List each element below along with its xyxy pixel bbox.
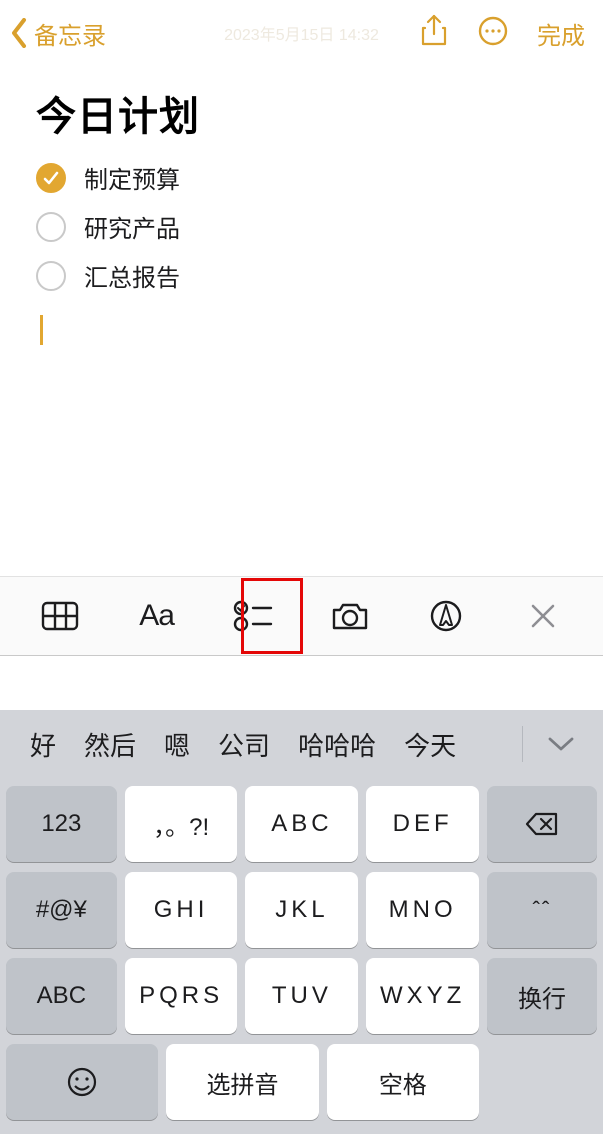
key-mno[interactable]: MNO	[366, 872, 479, 948]
key-return[interactable]: 换行	[487, 958, 597, 1034]
expand-candidates-icon[interactable]	[535, 710, 587, 778]
key-def[interactable]: DEF	[366, 786, 479, 862]
checkbox-empty-icon[interactable]	[36, 261, 66, 291]
key-tuv[interactable]: TUV	[245, 958, 358, 1034]
candidate-word[interactable]: 今天	[390, 726, 470, 763]
close-keyboard-icon[interactable]	[521, 594, 565, 638]
key-wxyz[interactable]: WXYZ	[366, 958, 479, 1034]
text-format-button[interactable]: Aa	[135, 594, 179, 638]
markup-icon[interactable]	[424, 594, 468, 638]
candidate-word[interactable]: 好	[16, 726, 70, 763]
checklist-item[interactable]: 汇总报告	[36, 258, 567, 293]
note-timestamp: 2023年5月15日 14:32	[0, 21, 603, 45]
candidate-word[interactable]: 哈哈哈	[284, 726, 390, 763]
candidate-bar: 好 然后 嗯 公司 哈哈哈 今天	[0, 710, 603, 778]
key-jkl[interactable]: JKL	[245, 872, 358, 948]
note-body[interactable]: 今日计划 制定预算 研究产品 汇总报告	[0, 66, 603, 345]
table-icon[interactable]	[38, 594, 82, 638]
key-select-pinyin[interactable]: 选拼音	[166, 1044, 318, 1120]
candidate-word[interactable]: 嗯	[150, 726, 204, 763]
divider	[522, 726, 523, 762]
key-space[interactable]: 空格	[327, 1044, 479, 1120]
checklist-item[interactable]: 研究产品	[36, 209, 567, 244]
format-toolbar: Aa	[0, 576, 603, 656]
checklist-item-text: 研究产品	[84, 209, 180, 244]
checklist-icon[interactable]	[231, 594, 275, 638]
key-abc[interactable]: ABC	[245, 786, 358, 862]
key-ghi[interactable]: GHI	[125, 872, 238, 948]
checkbox-checked-icon[interactable]	[36, 163, 66, 193]
key-abc-mode[interactable]: ABC	[6, 958, 117, 1034]
checklist-item-text: 制定预算	[84, 160, 180, 195]
key-pqrs[interactable]: PQRS	[125, 958, 238, 1034]
key-backspace[interactable]	[487, 786, 597, 862]
checklist-item[interactable]: 制定预算	[36, 160, 567, 195]
checklist-item-text: 汇总报告	[84, 258, 180, 293]
key-123[interactable]: 123	[6, 786, 117, 862]
camera-icon[interactable]	[328, 594, 372, 638]
keyboard: 123 #@¥ ABC ，。?! ABC DEF GHI JKL MNO PQR…	[0, 778, 603, 1134]
candidate-word[interactable]: 公司	[204, 726, 284, 763]
key-emoji[interactable]	[6, 1044, 158, 1120]
nav-bar: 备忘录 2023年5月15日 14:32 完成	[0, 0, 603, 66]
key-tone[interactable]: ˆˆ	[487, 872, 597, 948]
note-title[interactable]: 今日计划	[36, 84, 567, 142]
key-symbols[interactable]: #@¥	[6, 872, 117, 948]
key-punct[interactable]: ，。?!	[125, 786, 238, 862]
text-cursor	[40, 315, 43, 345]
checkbox-empty-icon[interactable]	[36, 212, 66, 242]
candidate-word[interactable]: 然后	[70, 726, 150, 763]
checklist: 制定预算 研究产品 汇总报告	[36, 160, 567, 345]
